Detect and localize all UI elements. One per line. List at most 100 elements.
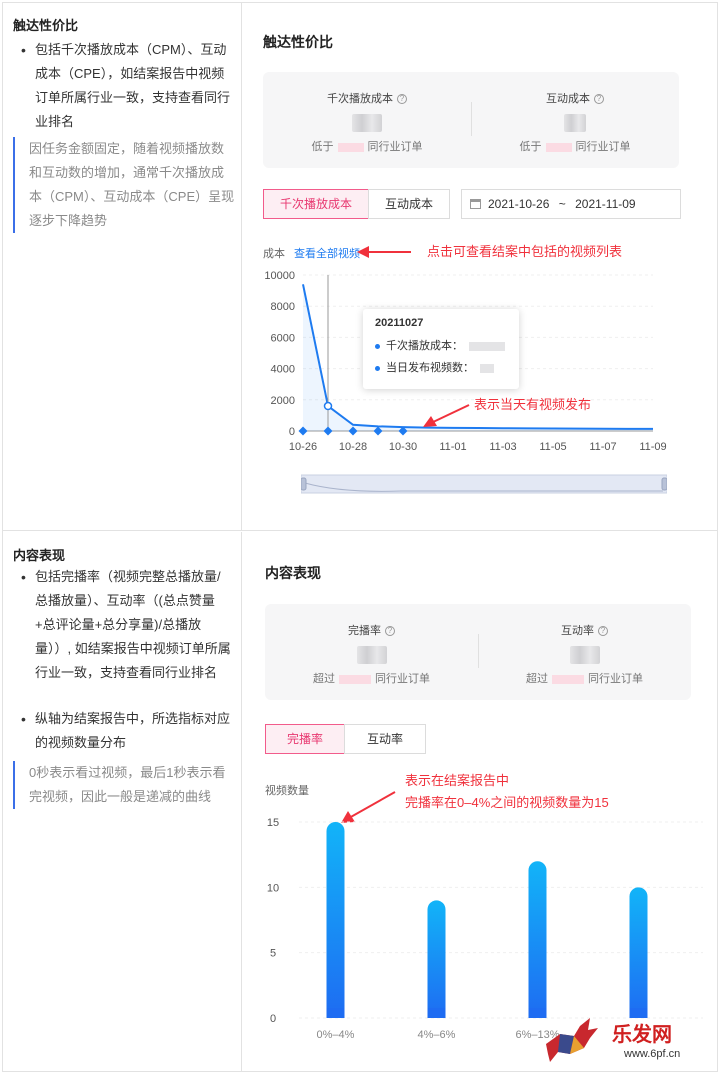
- bar-base: [427, 1008, 446, 1018]
- metric-completion-value-blurred: [356, 646, 387, 664]
- reach-panel: 触达性价比 千次播放成本? 低于 同行业订单 互动成本? 低于 同行业订单 千次播放…: [243, 3, 717, 530]
- tab-interaction-rate[interactable]: 互动率: [344, 724, 426, 754]
- help-icon[interactable]: ?: [397, 94, 407, 105]
- metric-cpe-rank-blurred: [545, 142, 572, 152]
- bar: [326, 822, 345, 1018]
- chart-tooltip: 20211027 千次播放成本： 当日发布视频数：: [363, 309, 519, 389]
- content-section-title: 内容表现: [265, 565, 321, 581]
- series-dot: [375, 343, 380, 349]
- tooltip-row-count: 当日发布视频数：: [386, 362, 474, 374]
- content-description: 内容表现 包括完播率（视频完整总播放量/总播放量）、互动率（(总点赞量+总评论量…: [3, 532, 242, 1072]
- y-tick-label: 8000: [271, 301, 295, 313]
- x-tick-label: 4%–6%: [418, 1029, 456, 1041]
- metric-interaction-compare-prefix: 超过: [526, 673, 548, 685]
- y-tick-label: 0: [289, 426, 295, 438]
- content-bullet-1: 包括完播率（视频完整总播放量/总播放量）、互动率（(总点赞量+总评论量+总分享量…: [21, 565, 233, 685]
- annotation-video-list: 点击可查看结案中包括的视频列表: [427, 244, 623, 259]
- video-count-bar-chart: 1510500%–4% 4%–6% 6%–13%: [267, 817, 703, 1041]
- help-icon[interactable]: ?: [594, 94, 604, 105]
- date-end: 2021-11-09: [575, 197, 636, 211]
- reach-section-title: 触达性价比: [263, 34, 333, 50]
- tooltip-row-cpm: 千次播放成本：: [386, 340, 463, 352]
- watermark-text: 乐发网: [612, 1022, 672, 1046]
- y-tick-label: 6000: [271, 332, 295, 344]
- bar: [528, 861, 547, 1018]
- metric-interaction-compare-suffix: 同行业订单: [588, 673, 643, 685]
- slider-handle-right: [661, 477, 667, 491]
- bar: [629, 887, 648, 1018]
- x-tick-label: 11-05: [539, 441, 566, 453]
- content-note: 0秒表示看过视频，最后1秒表示看完视频，因此一般是递减的曲线: [13, 761, 235, 809]
- tooltip-date: 20211027: [375, 317, 424, 329]
- help-icon[interactable]: ?: [385, 626, 395, 637]
- calendar-icon: [470, 199, 481, 209]
- metric-cpe-value-blurred: [564, 114, 586, 132]
- deer-logo-icon: [546, 1018, 598, 1062]
- help-icon[interactable]: ?: [598, 626, 608, 637]
- metric-interaction-label: 互动率: [561, 625, 594, 637]
- y-tick-label: 2000: [271, 395, 295, 407]
- metric-cpe: 互动成本? 低于 同行业订单: [471, 72, 679, 168]
- metric-interaction: 互动率? 超过 同行业订单: [478, 604, 691, 700]
- x-tick-label: 11-07: [589, 441, 616, 453]
- metric-cpe-compare-suffix: 同行业订单: [575, 141, 631, 153]
- annotation-arrow: [357, 246, 411, 258]
- tab-completion-rate[interactable]: 完播率: [265, 724, 345, 754]
- watermark-url: www.6pf.cn: [624, 1048, 681, 1060]
- feature-table: 触达性价比 包括千次播放成本（CPM）、互动成本（CPE），如结案报告中视频订单…: [2, 2, 718, 1072]
- metric-cpe-compare-prefix: 低于: [519, 141, 542, 153]
- hover-point: [323, 401, 333, 411]
- view-all-videos-link[interactable]: 查看全部视频: [294, 245, 360, 261]
- metric-completion-label: 完播率: [348, 625, 381, 637]
- annotation-completion-line1: 表示在结案报告中: [405, 773, 510, 788]
- tab-cpe[interactable]: 互动成本: [368, 189, 450, 219]
- y-tick-label: 4000: [271, 364, 295, 376]
- metric-cpm-compare-suffix: 同行业订单: [367, 141, 423, 153]
- reach-row: 触达性价比 包括千次播放成本（CPM）、互动成本（CPE），如结案报告中视频订单…: [3, 3, 717, 531]
- x-tick-label: 0%–4%: [317, 1029, 355, 1041]
- metric-cpe-label: 互动成本: [546, 93, 590, 105]
- reach-bullet-1: 包括千次播放成本（CPM）、互动成本（CPE），如结案报告中视频订单所属行业一致…: [21, 38, 233, 134]
- y-tick-label: 10: [267, 882, 279, 894]
- x-tick-label: 10-30: [389, 441, 417, 453]
- series-dot: [375, 365, 380, 371]
- metric-interaction-value-blurred: [569, 646, 600, 664]
- y-tick-label: 15: [267, 817, 279, 829]
- x-tick-label: 10-28: [339, 441, 367, 453]
- content-metrics-card: 完播率? 超过 同行业订单 互动率? 超过 同行业订单: [265, 604, 691, 700]
- x-tick-label: 11-01: [439, 441, 466, 453]
- bar-base: [326, 1008, 345, 1018]
- date-range-picker[interactable]: 2021-10-26 ~ 2021-11-09: [461, 189, 681, 219]
- tooltip-value-blurred: [469, 341, 505, 351]
- bar-axis-title: 视频数量: [265, 785, 309, 797]
- x-tick-label: 10-26: [289, 441, 317, 453]
- reach-metrics-card: 千次播放成本? 低于 同行业订单 互动成本? 低于 同行业订单: [263, 72, 679, 168]
- metric-interaction-rank-blurred: [552, 674, 584, 684]
- annotation-publish: 表示当天有视频发布: [474, 397, 592, 412]
- date-separator: ~: [558, 197, 566, 211]
- bar: [427, 900, 446, 1018]
- metric-cpm-label: 千次播放成本: [327, 93, 393, 105]
- content-bullet-2: 纵轴为结案报告中，所选指标对应的视频数量分布: [21, 707, 233, 755]
- metric-completion-compare-suffix: 同行业订单: [375, 673, 430, 685]
- y-tick-label: 0: [270, 1013, 276, 1025]
- watermark: 乐发网 www.6pf.cn: [540, 1012, 720, 1072]
- x-tick-label: 11-09: [639, 441, 666, 453]
- zoom-slider[interactable]: [301, 473, 667, 495]
- tab-cpm[interactable]: 千次播放成本: [263, 189, 369, 219]
- content-row: 内容表现 包括完播率（视频完整总播放量/总播放量）、互动率（(总点赞量+总评论量…: [3, 532, 717, 1072]
- metric-completion-compare-prefix: 超过: [313, 673, 335, 685]
- reach-left-title: 触达性价比: [13, 18, 79, 33]
- line-axis-title: 成本: [263, 248, 285, 260]
- annotation-arrow: [423, 404, 470, 427]
- metric-cpm: 千次播放成本? 低于 同行业订单: [263, 72, 471, 168]
- y-tick-label: 10000: [264, 270, 295, 282]
- metric-cpm-compare-prefix: 低于: [311, 141, 334, 153]
- reach-note: 因任务金额固定，随着视频播放数和互动数的增加，通常千次播放成本（CPM）、互动成…: [13, 137, 235, 233]
- metric-completion-rank-blurred: [339, 674, 371, 684]
- date-start: 2021-10-26: [488, 197, 550, 211]
- metric-cpm-rank-blurred: [337, 142, 364, 152]
- tooltip-value-blurred: [480, 363, 494, 373]
- x-tick-label: 11-03: [489, 441, 516, 453]
- content-left-title: 内容表现: [13, 548, 66, 563]
